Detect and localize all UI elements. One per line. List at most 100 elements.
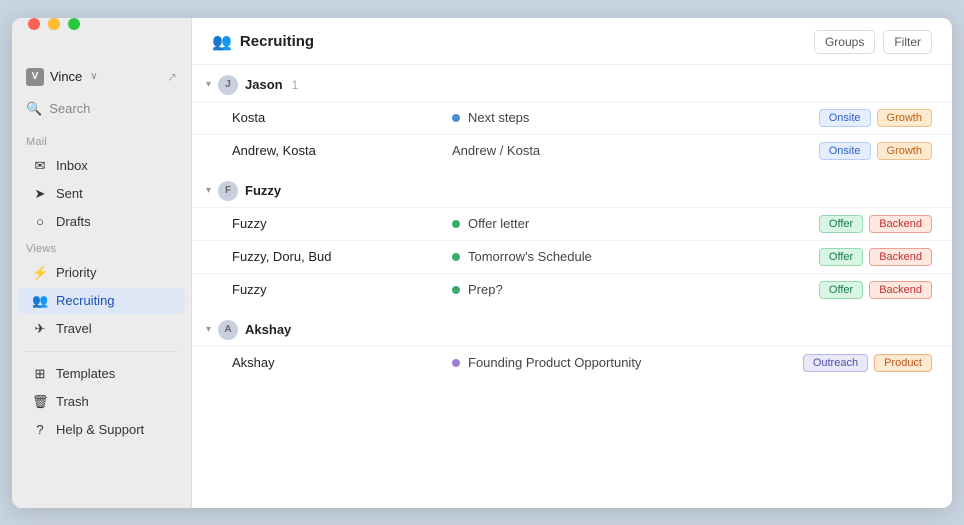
row-step: Founding Product Opportunity — [468, 355, 803, 370]
status-dot — [452, 359, 460, 367]
main-content: 👥 Recruiting Groups Filter ▾ J Jason 1 Kosta… — [192, 18, 952, 508]
row-tags: OnsiteGrowth — [819, 109, 932, 127]
templates-icon: ⊞ — [32, 366, 48, 382]
sidebar-item-label: Sent — [56, 186, 83, 201]
row-name: Kosta — [232, 110, 452, 125]
sidebar-item-label: Drafts — [56, 214, 91, 229]
row-name: Fuzzy — [232, 216, 452, 231]
inbox-icon: ✉ — [32, 158, 48, 174]
app-window: V Vince ∨ ↗ 🔍 Search Mail ✉ Inbox ➤ Sent… — [12, 18, 952, 508]
sidebar-search[interactable]: 🔍 Search — [12, 96, 191, 122]
status-dot — [452, 253, 460, 261]
priority-icon: ⚡ — [32, 265, 48, 281]
titlebar — [28, 18, 80, 30]
table-row[interactable]: Andrew, KostaAndrew / KostaOnsiteGrowth — [192, 134, 952, 167]
row-step: Prep? — [468, 282, 819, 297]
views-section-label: Views — [12, 235, 191, 259]
search-label: Search — [49, 101, 90, 116]
tag: Offer — [819, 281, 863, 299]
row-step-container: Tomorrow's Schedule — [452, 249, 819, 264]
table-row[interactable]: Akshay Founding Product OpportunityOutrea… — [192, 346, 952, 379]
sidebar-item-recruiting[interactable]: 👥 Recruiting — [18, 288, 185, 314]
row-step: Next steps — [468, 110, 819, 125]
page-title: Recruiting — [240, 33, 314, 50]
tag: Offer — [819, 248, 863, 266]
traffic-light-red[interactable] — [28, 18, 40, 30]
sidebar-item-priority[interactable]: ⚡ Priority — [18, 260, 185, 286]
help-icon: ? — [32, 422, 48, 437]
tag: Outreach — [803, 354, 868, 372]
table-row[interactable]: Kosta Next stepsOnsiteGrowth — [192, 101, 952, 134]
sent-icon: ➤ — [32, 186, 48, 202]
table-row[interactable]: Fuzzy Prep?Offer Backend — [192, 273, 952, 306]
table-row[interactable]: Fuzzy Offer letterOfferBackend — [192, 207, 952, 240]
user-avatar: V — [26, 68, 44, 86]
sidebar-item-label: Travel — [56, 321, 92, 336]
main-title-icon: 👥 — [212, 32, 232, 52]
group-section-fuzzy: ▾FFuzzyFuzzyOffer letterOfferBackendFuzz… — [192, 171, 952, 306]
trash-icon: 🗑 — [32, 394, 48, 410]
traffic-light-yellow[interactable] — [48, 18, 60, 30]
chevron-down-icon: ▾ — [206, 324, 211, 335]
sidebar-item-label: Trash — [56, 394, 89, 409]
row-step: Andrew / Kosta — [452, 143, 819, 158]
row-tags: OnsiteGrowth — [819, 142, 932, 160]
row-step: Tomorrow's Schedule — [468, 249, 819, 264]
sidebar-user[interactable]: V Vince ∨ ↗ — [12, 62, 191, 96]
sidebar-item-label: Help & Support — [56, 422, 144, 437]
row-tags: OfferBackend — [819, 215, 932, 233]
group-header-jason[interactable]: ▾JJason1 — [192, 65, 952, 101]
sidebar-item-templates[interactable]: ⊞ Templates — [18, 361, 185, 387]
group-avatar: J — [218, 75, 238, 95]
sidebar-item-label: Priority — [56, 265, 96, 280]
group-name: Akshay — [245, 322, 291, 337]
group-avatar: F — [218, 181, 238, 201]
main-header-actions: Groups Filter — [814, 30, 932, 54]
table-row[interactable]: Fuzzy, Doru, BudTomorrow's ScheduleOffer… — [192, 240, 952, 273]
status-dot — [452, 286, 460, 294]
chevron-down-icon: ∨ — [90, 71, 97, 82]
user-name: Vince — [50, 69, 82, 84]
sidebar-item-travel[interactable]: ✈ Travel — [18, 316, 185, 342]
status-dot — [452, 220, 460, 228]
sidebar-item-trash[interactable]: 🗑 Trash — [18, 389, 185, 415]
external-link-icon[interactable]: ↗ — [167, 70, 177, 84]
traffic-light-green[interactable] — [68, 18, 80, 30]
row-step-container: Founding Product Opportunity — [452, 355, 803, 370]
row-step: Offer letter — [468, 216, 819, 231]
sidebar-item-sent[interactable]: ➤ Sent — [18, 181, 185, 207]
row-step-container: Next steps — [452, 110, 819, 125]
search-icon: 🔍 — [26, 101, 42, 117]
chevron-down-icon: ▾ — [206, 185, 211, 196]
filter-button[interactable]: Filter — [883, 30, 932, 54]
content-area: ▾JJason1KostaNext stepsOnsiteGrowthAndre… — [192, 65, 952, 508]
row-step-container: Andrew / Kosta — [452, 143, 819, 158]
group-header-akshay[interactable]: ▾ A Akshay — [192, 310, 952, 346]
row-name: Andrew, Kosta — [232, 143, 452, 158]
sidebar-item-label: Inbox — [56, 158, 88, 173]
sidebar-item-help[interactable]: ? Help & Support — [18, 417, 185, 442]
group-header-fuzzy[interactable]: ▾FFuzzy — [192, 171, 952, 207]
drafts-icon: ○ — [32, 214, 48, 229]
row-name: Fuzzy — [232, 282, 452, 297]
tag: Backend — [869, 281, 932, 299]
tag: Onsite — [819, 109, 871, 127]
group-avatar: A — [218, 320, 238, 340]
main-header: 👥 Recruiting Groups Filter — [192, 18, 952, 65]
row-tags: Offer Backend — [819, 248, 932, 266]
group-count: 1 — [292, 78, 299, 92]
status-dot — [452, 114, 460, 122]
groups-button[interactable]: Groups — [814, 30, 875, 54]
row-step-container: Prep? — [452, 282, 819, 297]
tag: Backend — [869, 248, 932, 266]
mail-section-label: Mail — [12, 128, 191, 152]
sidebar-item-drafts[interactable]: ○ Drafts — [18, 209, 185, 234]
row-tags: Offer Backend — [819, 281, 932, 299]
group-section-jason: ▾JJason1KostaNext stepsOnsiteGrowthAndre… — [192, 65, 952, 167]
tag: Product — [874, 354, 932, 372]
row-tags: Outreach Product — [803, 354, 932, 372]
sidebar: V Vince ∨ ↗ 🔍 Search Mail ✉ Inbox ➤ Sent… — [12, 18, 192, 508]
row-name: Akshay — [232, 355, 452, 370]
sidebar-item-inbox[interactable]: ✉ Inbox — [18, 153, 185, 179]
group-name: Jason — [245, 77, 283, 92]
